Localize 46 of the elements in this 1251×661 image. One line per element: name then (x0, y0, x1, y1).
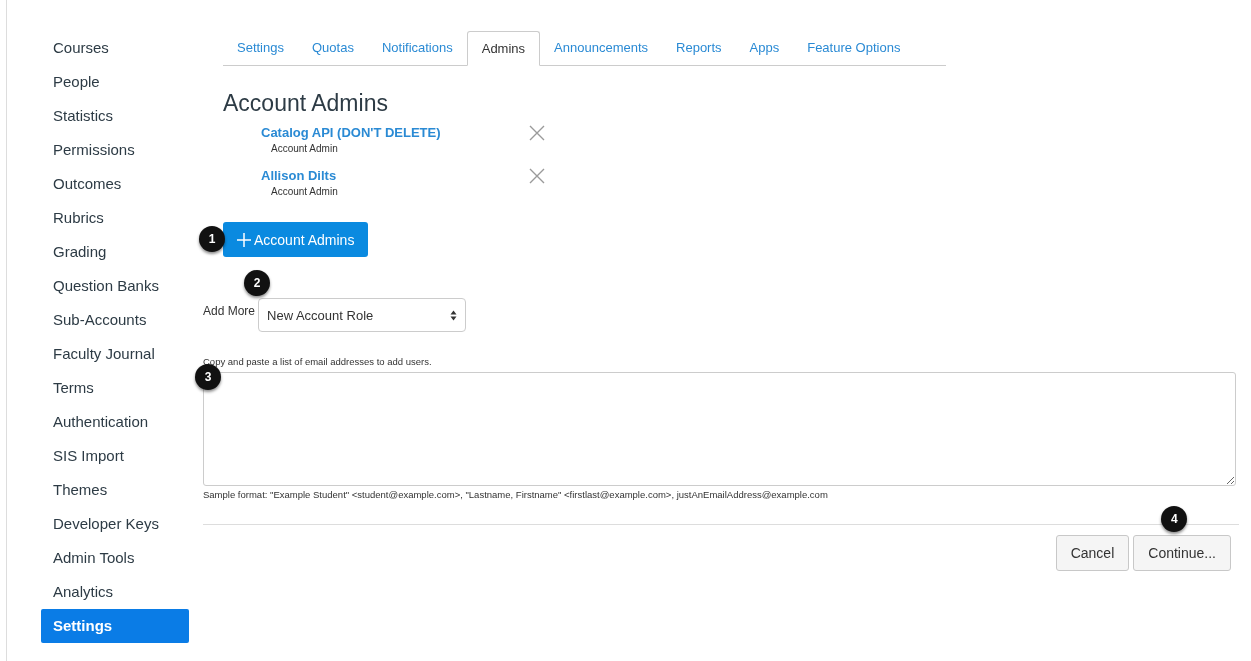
sidebar-item[interactable]: Terms (41, 371, 189, 405)
close-icon[interactable] (529, 168, 545, 184)
sidebar-item[interactable]: Admin Tools (41, 541, 189, 575)
sidebar-item[interactable]: Permissions (41, 133, 189, 167)
tab[interactable]: Apps (735, 31, 794, 65)
sidebar-item[interactable]: Themes (41, 473, 189, 507)
sidebar-item[interactable]: Outcomes (41, 167, 189, 201)
role-select[interactable]: New Account Role (258, 298, 467, 332)
tab[interactable]: Notifications (367, 31, 467, 65)
sidebar-item[interactable]: Question Banks (41, 269, 189, 303)
step-badge: 4 (1161, 506, 1188, 532)
sidebar-item[interactable]: Courses (41, 31, 189, 65)
sidebar-item[interactable]: Developer Keys (41, 507, 189, 541)
admin-role: Account Admin (271, 186, 339, 197)
tab[interactable]: Announcements (540, 31, 663, 65)
updown-icon (450, 309, 458, 321)
tab[interactable]: Settings (223, 31, 298, 65)
continue-button[interactable]: Continue... (1133, 535, 1231, 571)
sidebar-item[interactable]: Sub-Accounts (41, 303, 189, 337)
sidebar-item[interactable]: Rubrics (41, 201, 189, 235)
add-more-label: Add More (203, 304, 256, 320)
step-badge: 2 (244, 270, 271, 296)
tab[interactable]: Reports (662, 31, 736, 65)
tab[interactable]: Quotas (298, 31, 368, 65)
sidebar-item[interactable]: Analytics (41, 575, 189, 609)
admin-name-link[interactable]: Catalog API (DON'T DELETE) (261, 125, 529, 140)
admin-name-link[interactable]: Allison Dilts (261, 168, 529, 183)
sidebar-item[interactable]: Settings (41, 609, 189, 643)
sidebar-item[interactable]: Grading (41, 235, 189, 269)
sidebar-item[interactable]: Authentication (41, 405, 189, 439)
step-badge: 1 (199, 226, 225, 252)
sidebar-item[interactable]: Statistics (41, 99, 189, 133)
cancel-button[interactable]: Cancel (1055, 535, 1130, 571)
email-textarea[interactable] (203, 372, 1236, 486)
close-icon[interactable] (529, 125, 545, 141)
sidebar-item[interactable]: People (41, 65, 189, 99)
sample-format-text: Sample format: "Example Student" <student@example.com>, "Lastname, Firstname" <firstlast@example.com>, justAnEmailAddress@example.com (203, 489, 829, 500)
add-account-admins-button[interactable]: Account Admins (223, 222, 369, 257)
admin-role: Account Admin (271, 143, 339, 154)
email-hint: Copy and paste a list of email addresses to add users. (203, 356, 433, 367)
sidebar-item[interactable]: Faculty Journal (41, 337, 189, 371)
sidebar-item[interactable]: SIS Import (41, 439, 189, 473)
page-heading: Account Admins (223, 90, 389, 117)
plus-icon (237, 232, 251, 247)
tab[interactable]: Admins (466, 31, 541, 66)
tab[interactable]: Feature Options (793, 31, 915, 65)
